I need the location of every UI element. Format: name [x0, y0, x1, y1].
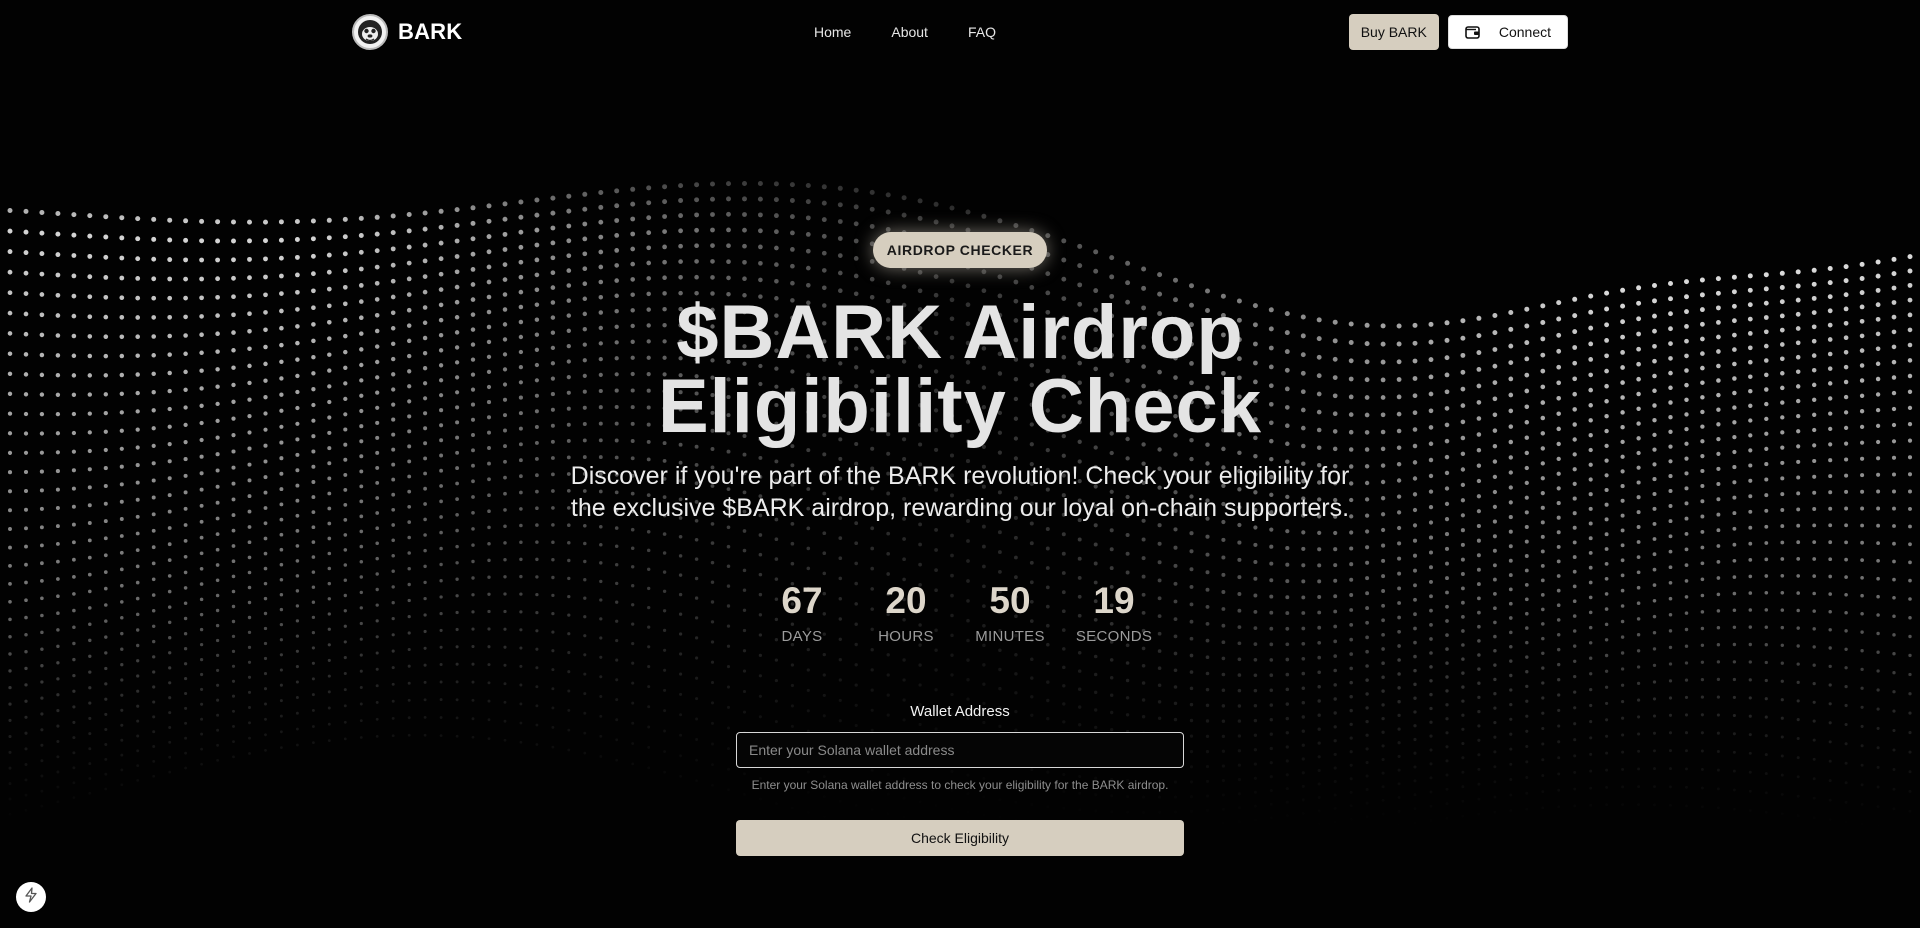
countdown-minutes: 50 MINUTES [958, 580, 1062, 645]
countdown-label: MINUTES [975, 628, 1045, 645]
wallet-helper-text: Enter your Solana wallet address to chec… [751, 778, 1169, 792]
nav-link-faq[interactable]: FAQ [968, 24, 996, 40]
lightning-bolt-button[interactable] [16, 882, 46, 912]
countdown-days: 67 DAYS [750, 580, 854, 645]
content: BARK Home About FAQ Buy BARK Connect AIR… [0, 0, 1920, 928]
nav-link-home[interactable]: Home [814, 24, 851, 40]
header-actions: Buy BARK Connect [1348, 14, 1568, 50]
hero-subtitle: Discover if you're part of the BARK revo… [570, 462, 1350, 522]
brand[interactable]: BARK [352, 12, 462, 52]
bark-dog-logo-icon [352, 14, 388, 50]
countdown-label: HOURS [878, 628, 934, 645]
check-eligibility-button[interactable]: Check Eligibility [736, 820, 1184, 856]
title-line-2: Eligibility Check [657, 364, 1263, 449]
brand-name: BARK [398, 19, 463, 44]
lightning-bolt-icon [24, 886, 38, 908]
wallet-icon [1465, 25, 1481, 39]
countdown-value: 19 [1093, 580, 1135, 621]
connect-label: Connect [1498, 24, 1551, 40]
countdown-value: 50 [989, 580, 1031, 621]
buy-bark-button[interactable]: Buy BARK [1348, 14, 1439, 50]
page: BARK Home About FAQ Buy BARK Connect AIR… [0, 0, 1920, 928]
countdown-hours: 20 HOURS [854, 580, 958, 645]
title-line-1: $BARK Airdrop [676, 290, 1244, 375]
countdown-value: 20 [885, 580, 927, 621]
countdown-label: SECONDS [1075, 628, 1153, 645]
connect-wallet-button[interactable]: Connect [1447, 15, 1568, 49]
nav-link-about[interactable]: About [891, 24, 928, 40]
countdown-value: 67 [781, 580, 823, 621]
wallet-address-input[interactable] [736, 732, 1184, 768]
airdrop-checker-badge: AIRDROP CHECKER [873, 232, 1047, 268]
page-title: $BARK Airdrop Eligibility Check [560, 295, 1360, 445]
countdown-seconds: 19 SECONDS [1062, 580, 1166, 645]
site-header: BARK Home About FAQ Buy BARK Connect [352, 12, 1568, 52]
countdown-label: DAYS [781, 628, 823, 645]
wallet-address-label: Wallet Address [910, 703, 1010, 720]
main-nav: Home About FAQ [814, 12, 1036, 52]
countdown-timer: 67 DAYS 20 HOURS 50 MINUTES 19 SECONDS [750, 580, 1170, 645]
